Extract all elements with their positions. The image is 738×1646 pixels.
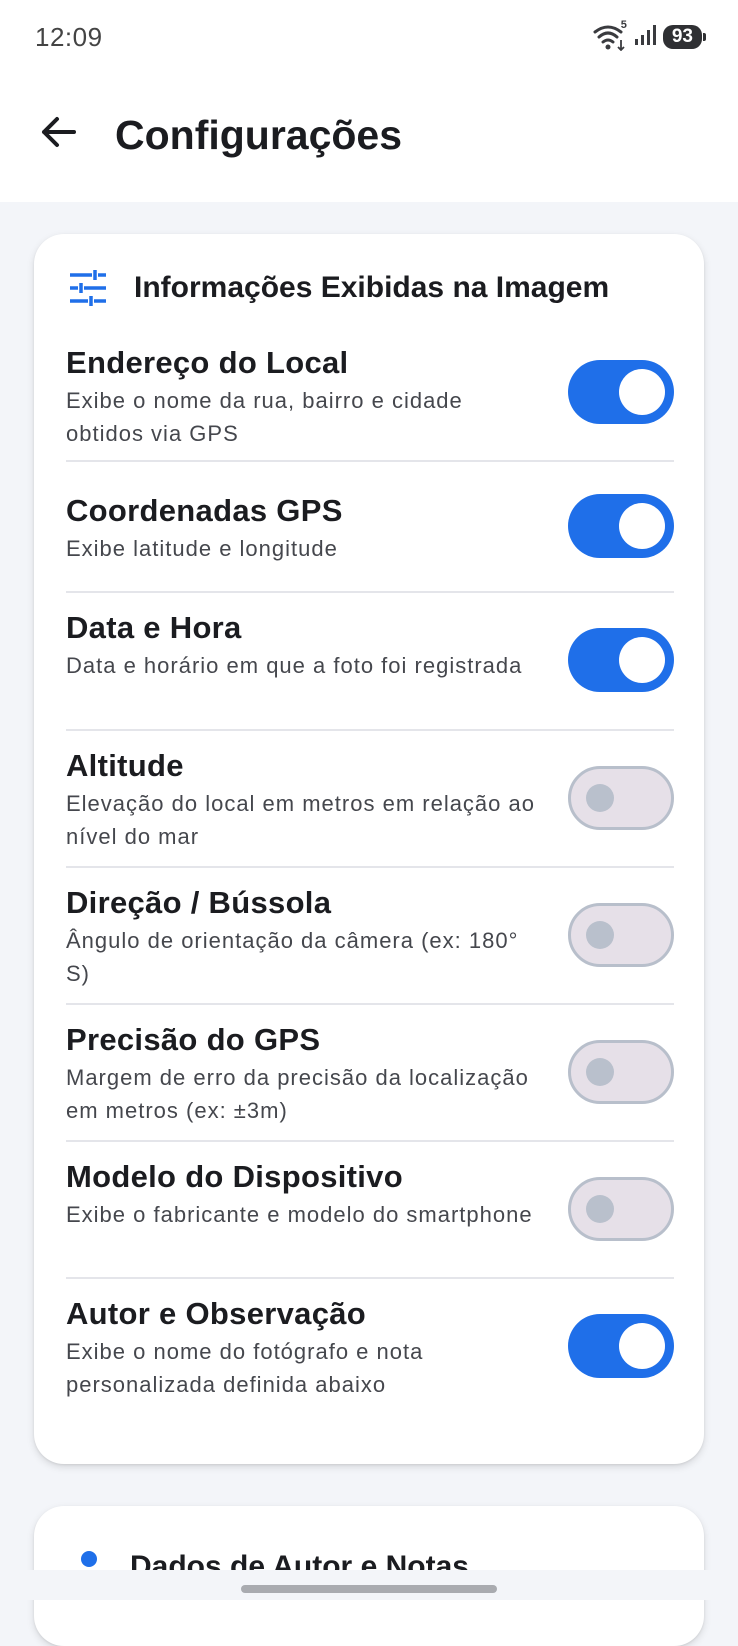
- gps-accuracy-toggle[interactable]: [568, 1040, 674, 1104]
- setting-title: Autor e Observação: [66, 1296, 367, 1331]
- setting-title: Coordenadas GPS: [66, 493, 343, 528]
- setting-row-author-note[interactable]: Autor e Observação Exibe o nome do fotóg…: [66, 1279, 674, 1409]
- setting-description: Ângulo de orientação da câmera (ex: 180°…: [66, 928, 519, 986]
- setting-row-date-time[interactable]: Data e Hora Data e horário em que a foto…: [66, 593, 674, 731]
- setting-row-gps-coordinates[interactable]: Coordenadas GPS Exibe latitude e longitu…: [66, 462, 674, 593]
- page-title: Configurações: [115, 112, 403, 158]
- card-title: Informações Exibidas na Imagem: [134, 271, 610, 304]
- author-note-toggle[interactable]: [568, 1314, 674, 1378]
- address-toggle[interactable]: [568, 360, 674, 424]
- setting-title: Altitude: [66, 748, 184, 783]
- setting-row-compass[interactable]: Direção / Bússola Ângulo de orientação d…: [66, 868, 674, 1005]
- compass-toggle[interactable]: [568, 903, 674, 967]
- display-settings-card: Informações Exibidas na Imagem Endereço …: [34, 234, 704, 1464]
- settings-list: Endereço do Local Exibe o nome da rua, b…: [66, 334, 674, 1409]
- setting-row-address[interactable]: Endereço do Local Exibe o nome da rua, b…: [66, 334, 674, 462]
- arrow-back-icon: [42, 117, 76, 147]
- setting-description: Exibe o fabricante e modelo do smartphon…: [66, 1202, 533, 1227]
- signal-icon: [633, 23, 657, 52]
- setting-row-altitude[interactable]: Altitude Elevação do local em metros em …: [66, 731, 674, 868]
- card-header: Informações Exibidas na Imagem: [68, 270, 609, 306]
- setting-description: Exibe o nome da rua, bairro e cidade obt…: [66, 388, 463, 446]
- tune-sliders-icon: [70, 270, 106, 306]
- wifi-badge: 5: [620, 19, 627, 31]
- setting-description: Exibe latitude e longitude: [66, 536, 338, 561]
- setting-description: Margem de erro da precisão da localizaçã…: [66, 1065, 529, 1123]
- status-bar: 12:09 5 93: [0, 0, 738, 78]
- status-time: 12:09: [35, 22, 103, 52]
- setting-description: Exibe o nome do fotógrafo e nota persona…: [66, 1339, 424, 1397]
- setting-title: Direção / Bússola: [66, 885, 332, 920]
- setting-description: Data e horário em que a foto foi registr…: [66, 653, 523, 678]
- setting-row-device-model[interactable]: Modelo do Dispositivo Exibe o fabricante…: [66, 1142, 674, 1279]
- battery-icon: 93: [662, 25, 707, 49]
- navigation-bar: [0, 1570, 738, 1600]
- home-gesture-handle[interactable]: [241, 1585, 497, 1593]
- device-model-toggle[interactable]: [568, 1177, 674, 1241]
- setting-title: Precisão do GPS: [66, 1022, 321, 1057]
- gps-coordinates-toggle[interactable]: [568, 494, 674, 558]
- date-time-toggle[interactable]: [568, 628, 674, 692]
- setting-title: Data e Hora: [66, 610, 242, 645]
- app-bar: Configurações: [0, 78, 738, 202]
- altitude-toggle[interactable]: [568, 766, 674, 830]
- setting-row-gps-accuracy[interactable]: Precisão do GPS Margem de erro da precis…: [66, 1005, 674, 1142]
- back-button[interactable]: [34, 108, 82, 156]
- wifi-icon: 5: [593, 19, 627, 52]
- status-icons: 5 93: [593, 19, 707, 52]
- setting-description: Elevação do local em metros em relação a…: [66, 791, 535, 849]
- setting-title: Endereço do Local: [66, 345, 349, 380]
- setting-title: Modelo do Dispositivo: [66, 1159, 403, 1194]
